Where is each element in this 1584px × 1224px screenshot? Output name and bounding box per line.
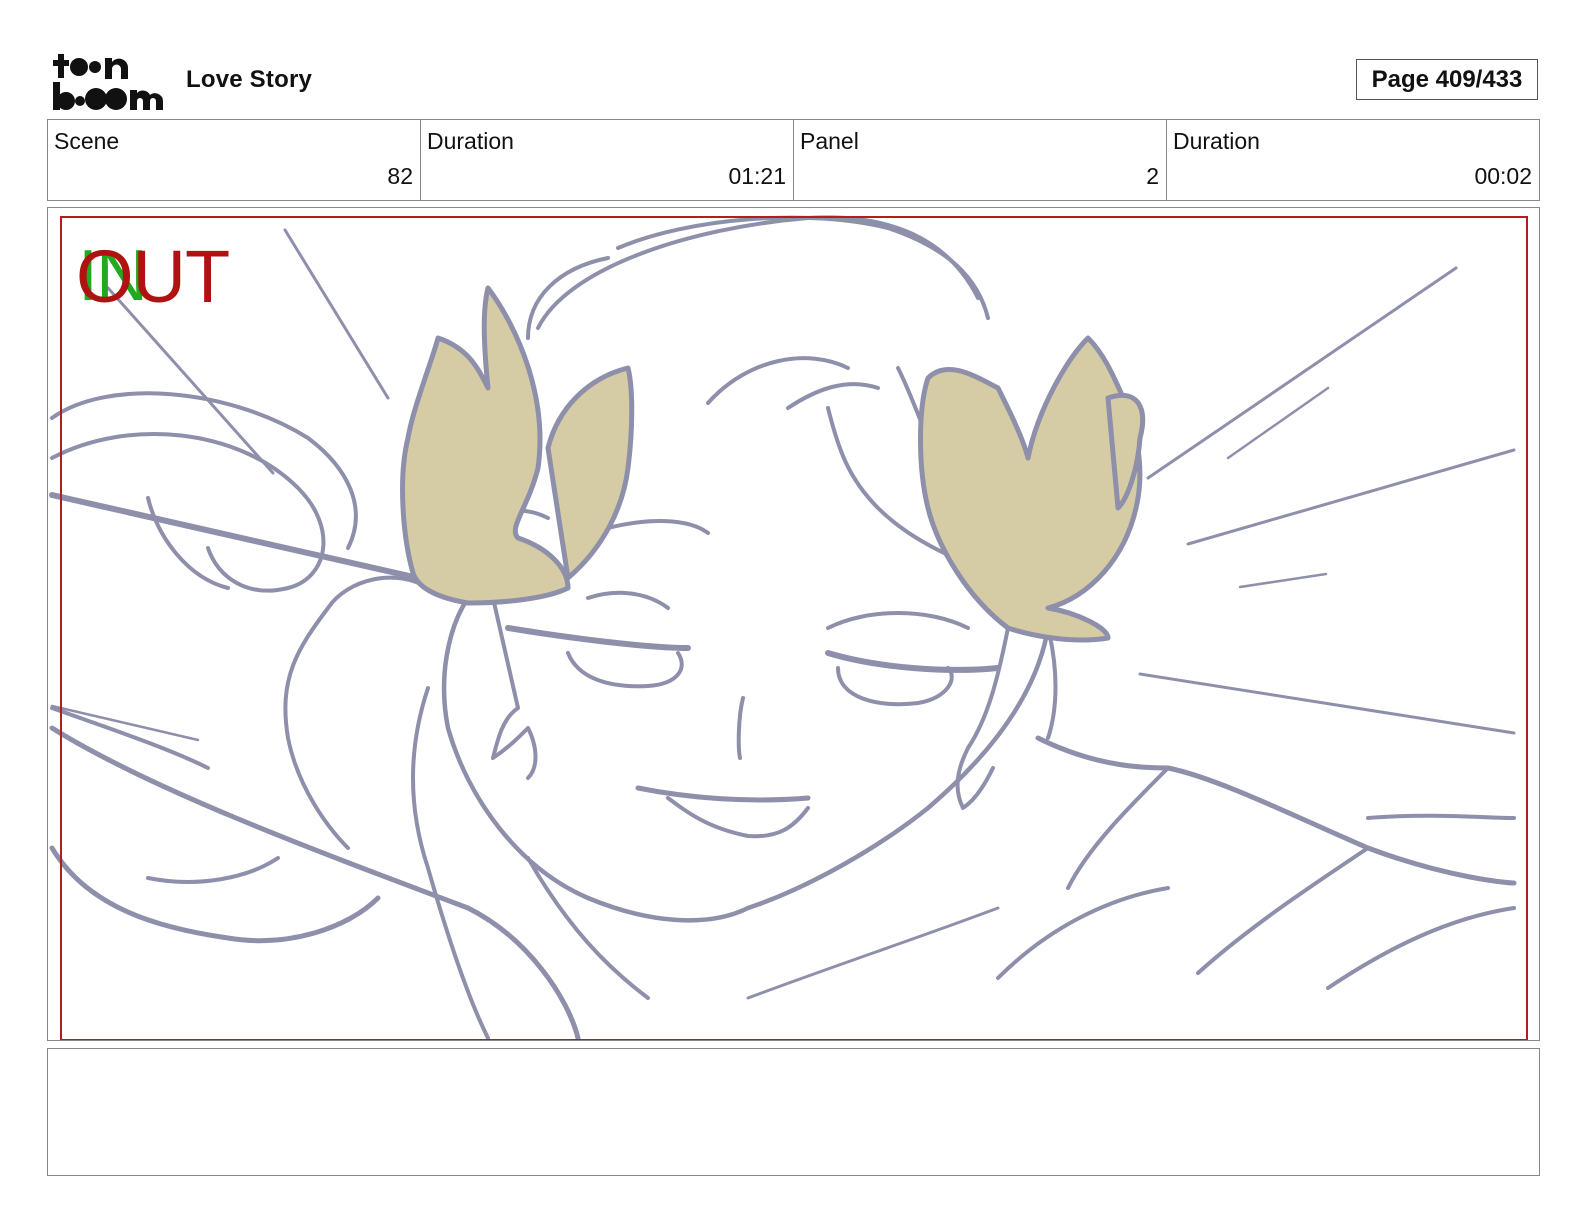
scene-label: Scene (54, 128, 120, 154)
panel-value: 2 (1146, 163, 1159, 189)
project-title: Love Story (186, 66, 313, 93)
toonboom-logo (52, 50, 164, 112)
panel-duration-cell: Duration 00:02 (1167, 120, 1539, 200)
storyboard-panel: IN OUT (47, 207, 1540, 1041)
panel-cell: Panel 2 (794, 120, 1167, 200)
scene-duration-value: 01:21 (728, 163, 786, 189)
panel-notes-box[interactable] (47, 1048, 1540, 1176)
scene-cell: Scene 82 (48, 120, 421, 200)
panel-duration-value: 00:02 (1474, 163, 1532, 189)
panel-duration-label: Duration (1173, 128, 1260, 154)
panel-label: Panel (800, 128, 859, 154)
out-marker: OUT (76, 235, 230, 318)
scene-value: 82 (387, 163, 413, 189)
page-counter: Page 409/433 (1356, 59, 1538, 100)
scene-duration-cell: Duration 01:21 (421, 120, 794, 200)
panel-sketch (49, 215, 1517, 1040)
scene-info-table: Scene 82 Duration 01:21 Panel 2 Duration… (47, 119, 1540, 201)
scene-duration-label: Duration (427, 128, 514, 154)
